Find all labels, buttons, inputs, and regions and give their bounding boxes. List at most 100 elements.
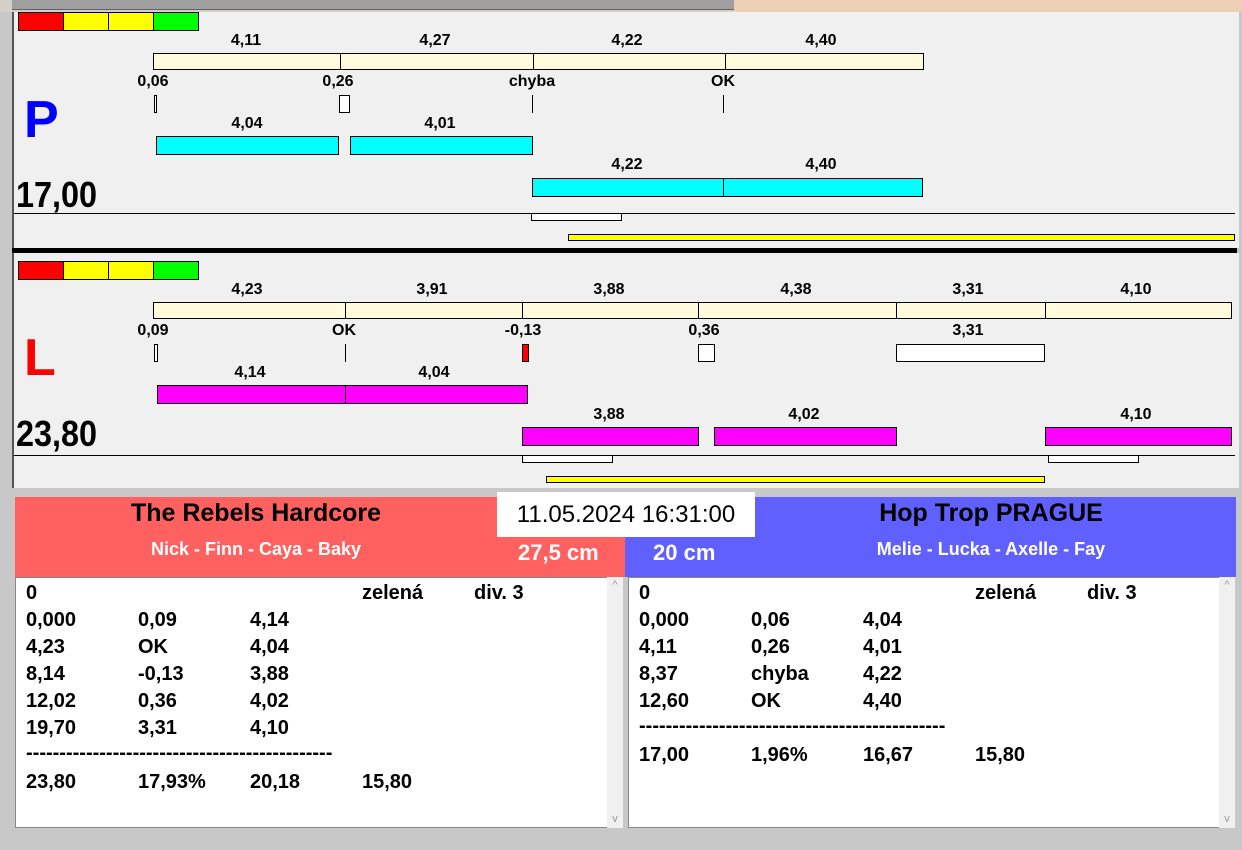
team-height: 27,5 cm [518, 540, 599, 565]
cell: 20,18 [250, 771, 301, 793]
split-bar [345, 385, 528, 404]
cell: 4,04 [863, 609, 902, 631]
progress-bar [568, 234, 1235, 241]
cell: 4,14 [250, 609, 289, 631]
split-bar [723, 178, 923, 197]
segment-bar [698, 302, 897, 319]
cell: OK [138, 636, 168, 658]
tab-strip-right [734, 0, 1242, 12]
cell: 4,01 [863, 636, 902, 658]
cell: div. 3 [474, 582, 524, 604]
seg-label: 4,40 [805, 156, 837, 173]
team-height: 20 cm [653, 540, 716, 565]
cell: 16,67 [863, 744, 914, 766]
cell: 0,09 [138, 609, 177, 631]
seg-label: 4,22 [611, 156, 643, 173]
separator-line: ----------------------------------------… [26, 742, 333, 764]
seg-label: 4,27 [419, 32, 451, 49]
marker-line [532, 95, 533, 113]
sub-label: 0,36 [688, 322, 720, 339]
marker-error [522, 344, 529, 362]
seg-label: 3,91 [416, 281, 448, 298]
cell: 8,14 [26, 663, 65, 685]
marker [154, 95, 157, 113]
segment-bar [345, 302, 523, 319]
split-bar [156, 136, 339, 155]
sub-label: 3,31 [952, 322, 984, 339]
marker [531, 213, 622, 221]
sub-label: 0,26 [322, 73, 354, 90]
team-name: Hop Trop PRAGUE [879, 499, 1103, 527]
cell: 23,80 [26, 771, 77, 793]
seg-label: 4,14 [234, 364, 266, 381]
sub-label: OK [332, 322, 356, 339]
cell: 4,04 [250, 636, 289, 658]
cell: 17,93% [138, 771, 206, 793]
seg-label: 4,04 [418, 364, 450, 381]
seg-label: 4,01 [424, 115, 456, 132]
marker [896, 344, 1045, 362]
cell: 4,10 [250, 717, 289, 739]
team-members: Nick - Finn - Caya - Baky [150, 539, 362, 559]
status-red [18, 261, 64, 280]
seg-label: 3,88 [593, 406, 625, 423]
marker [1048, 455, 1139, 463]
cell: 4,22 [863, 663, 902, 685]
cell: 3,31 [138, 717, 177, 739]
sub-label: 0,06 [137, 73, 169, 90]
cell: zelená [362, 582, 424, 604]
team-members: Melie - Lucka - Axelle - Fay [876, 539, 1106, 559]
cell: 1,96% [751, 744, 808, 766]
left-results-list[interactable]: 0 zelená div. 3 0,000 0,09 4,14 4,23 OK 4,04 8… [15, 577, 608, 828]
cell: 15,80 [362, 771, 413, 793]
status-yellow [108, 261, 154, 280]
cell: div. 3 [1087, 582, 1137, 604]
seg-label: 4,23 [231, 281, 263, 298]
cell: 4,23 [26, 636, 65, 658]
status-green [153, 261, 199, 280]
marker [154, 344, 158, 362]
sub-label: -0,13 [504, 322, 542, 339]
segment-bar [725, 53, 924, 70]
status-yellow [63, 261, 109, 280]
cell: 3,88 [250, 663, 289, 685]
seg-label: 4,04 [231, 115, 263, 132]
split-bar [1045, 427, 1232, 446]
segment-bar [896, 302, 1046, 319]
split-bar [157, 385, 346, 404]
progress-bar [546, 476, 1045, 483]
seg-label: 4,22 [611, 32, 643, 49]
seg-label: 4,02 [788, 406, 820, 423]
split-bar [714, 427, 897, 446]
panel-l: 4,23 3,91 3,88 4,38 3,31 4,10 0,09 OK -0… [12, 253, 1239, 488]
status-green [153, 12, 199, 31]
cell: 4,02 [250, 690, 289, 712]
segment-bar [153, 302, 346, 319]
cell: 0,26 [751, 636, 790, 658]
status-red [18, 12, 64, 31]
tab-strip[interactable] [12, 0, 734, 10]
cell: 4,11 [639, 636, 677, 658]
marker [698, 344, 715, 362]
sub-label: OK [711, 73, 735, 90]
cell: 19,70 [26, 717, 77, 739]
cell: 0,36 [138, 690, 177, 712]
cell: 12,60 [639, 690, 690, 712]
split-bar [532, 178, 724, 197]
seg-label: 3,88 [593, 281, 625, 298]
cell: 0 [639, 582, 651, 604]
segment-bar [340, 53, 534, 70]
lane-total: 17,00 [16, 174, 98, 215]
cell: 4,40 [863, 690, 902, 712]
lane-letter: P [24, 91, 59, 149]
segment-bar [533, 53, 726, 70]
cell: 0,000 [639, 609, 690, 631]
cell: zelená [975, 582, 1037, 604]
marker-line [345, 344, 346, 362]
left-scrollbar[interactable]: ^ v [607, 577, 623, 828]
right-scrollbar[interactable]: ^ v [1219, 577, 1235, 828]
right-results-list[interactable]: 0 zelená div. 3 0,000 0,06 4,04 4,11 0,26 4,01… [628, 577, 1220, 828]
segment-bar [1045, 302, 1232, 319]
seg-label: 4,10 [1120, 281, 1152, 298]
cell: 0,000 [26, 609, 77, 631]
